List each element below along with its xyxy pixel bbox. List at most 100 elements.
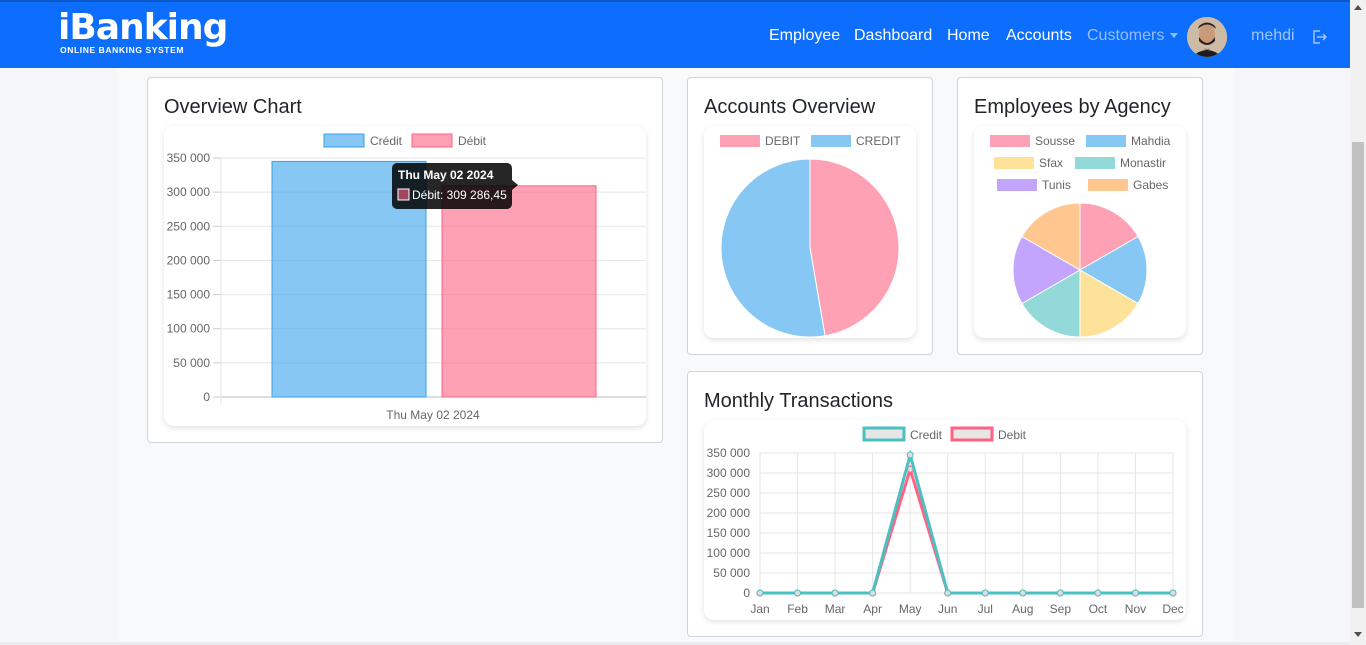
user-name[interactable]: mehdi (1251, 27, 1295, 45)
legend-label: Credit (910, 428, 943, 442)
nav-accounts[interactable]: Accounts (1006, 27, 1072, 45)
x-tick-label: Jul (978, 602, 993, 616)
legend-swatch (1075, 157, 1115, 169)
accounts-slice (720, 158, 826, 338)
legend-label: Débit (458, 134, 487, 148)
x-tick-label: Sep (1050, 602, 1072, 616)
data-point (1019, 589, 1027, 597)
data-point (869, 589, 877, 597)
x-tick-label: Jan (750, 602, 769, 616)
data-point (906, 451, 914, 459)
line-debit (760, 464, 1173, 595)
accounts-overview-card: Accounts Overview DEBIT CREDIT (687, 77, 933, 355)
x-tick-label: May (899, 602, 922, 616)
legend-label: Sousse (1035, 134, 1075, 148)
employees-agency-title: Employees by Agency (974, 96, 1171, 118)
brand-name: iBanking (58, 7, 228, 48)
nav-home[interactable]: Home (947, 27, 990, 45)
y-tick-label: 100 000 (167, 322, 211, 336)
employees-pie-chart[interactable]: Sousse Mahdia Sfax Monastir Tunis Gabes (974, 126, 1186, 338)
y-tick-label: 350 000 (707, 446, 751, 460)
y-tick-label: 0 (203, 390, 210, 404)
bar-débit (441, 185, 597, 398)
legend-label: CREDIT (856, 134, 901, 148)
logout-icon[interactable] (1311, 29, 1327, 45)
scroll-down-icon[interactable] (1354, 632, 1362, 637)
legend-label: Debit (998, 428, 1027, 442)
legend-swatch (950, 426, 994, 442)
monthly-line-chart[interactable]: Credit Debit 350 000 300 000 250 000 200 000 1… (704, 420, 1186, 620)
legend-swatch (862, 426, 906, 442)
scrollbar[interactable] (1350, 0, 1366, 645)
scroll-up-icon[interactable] (1354, 5, 1362, 10)
data-point (1094, 589, 1102, 597)
x-tick-label: Mar (825, 602, 846, 616)
y-tick-label: 0 (743, 586, 750, 600)
legend-label: Tunis (1042, 178, 1071, 192)
navbar: iBanking ONLINE BANKING SYSTEM Employee … (0, 0, 1350, 68)
y-tick-label: 350 000 (167, 151, 211, 165)
accounts-chart-container: DEBIT CREDIT (704, 126, 916, 338)
brand-logo[interactable]: iBanking ONLINE BANKING SYSTEM (58, 7, 228, 56)
nav-employee[interactable]: Employee (769, 27, 840, 45)
data-point (981, 589, 989, 597)
tooltip-swatch (397, 188, 410, 201)
nav-dashboard[interactable]: Dashboard (854, 27, 932, 45)
data-point (1169, 589, 1177, 597)
overview-chart-container: Crédit Débit 350 000 300 000 250 000 200 000 1… (164, 126, 646, 426)
legend-label: DEBIT (765, 134, 801, 148)
legend-swatch (811, 135, 851, 147)
data-point (1056, 589, 1064, 597)
nav-customers-dropdown[interactable]: Customers (1087, 27, 1179, 45)
employees-agency-card: Employees by Agency Sousse Mahdia Sfax Mona… (957, 77, 1203, 355)
tooltip-value: Débit: 309 286,45 (412, 188, 507, 202)
x-tick-label: Nov (1125, 602, 1146, 616)
legend-swatch (1088, 179, 1128, 191)
legend-label: Sfax (1039, 156, 1063, 170)
legend-swatch (411, 133, 453, 148)
y-tick-label: 100 000 (707, 546, 751, 560)
legend-label: Monastir (1120, 156, 1166, 170)
x-tick-label: Apr (863, 602, 882, 616)
brand-subtitle: ONLINE BANKING SYSTEM (60, 45, 185, 55)
legend-label: Crédit (370, 134, 403, 148)
overview-bar-chart[interactable]: Crédit Débit 350 000 300 000 250 000 200 000 1… (164, 126, 646, 426)
y-tick-label: 250 000 (707, 486, 751, 500)
data-point (794, 589, 802, 597)
y-tick-label: 150 000 (167, 288, 211, 302)
x-tick-label: Jun (938, 602, 957, 616)
overview-chart-title: Overview Chart (164, 96, 302, 118)
y-tick-label: 150 000 (707, 526, 751, 540)
chevron-down-icon (1170, 33, 1179, 39)
x-tick-label: Dec (1162, 602, 1183, 616)
line-credit (760, 449, 1173, 595)
data-point (944, 589, 952, 597)
y-tick-label: 300 000 (707, 466, 751, 480)
accounts-pie-chart[interactable]: DEBIT CREDIT (704, 126, 916, 338)
legend-swatch (994, 157, 1034, 169)
y-tick-label: 300 000 (167, 185, 211, 199)
overview-chart-card: Overview Chart Crédit Débit 350 000 300 000… (147, 77, 663, 443)
data-point (831, 589, 839, 597)
monthly-chart-container: Credit Debit 350 000 300 000 250 000 200 000 1… (704, 420, 1186, 620)
legend-swatch (990, 135, 1030, 147)
avatar[interactable] (1187, 17, 1227, 57)
data-point (1131, 589, 1139, 597)
nav-customers-label: Customers (1087, 27, 1165, 44)
scroll-thumb[interactable] (1352, 142, 1364, 608)
legend-swatch (997, 179, 1037, 191)
y-tick-label: 50 000 (713, 566, 750, 580)
y-tick-label: 200 000 (167, 253, 211, 267)
x-tick-label: Aug (1012, 602, 1033, 616)
x-tick-label: Oct (1089, 602, 1108, 616)
monthly-transactions-title: Monthly Transactions (704, 390, 893, 412)
monthly-transactions-card: Monthly Transactions Credit Debit 350 000 3… (687, 371, 1203, 637)
legend-swatch (323, 133, 365, 148)
x-tick-label: Thu May 02 2024 (386, 408, 480, 422)
y-tick-label: 250 000 (167, 219, 211, 233)
y-tick-label: 200 000 (707, 506, 751, 520)
employees-chart-container: Sousse Mahdia Sfax Monastir Tunis Gabes (974, 126, 1186, 338)
legend-swatch (1086, 135, 1126, 147)
legend-label: Gabes (1133, 178, 1168, 192)
legend-label: Mahdia (1131, 134, 1171, 148)
